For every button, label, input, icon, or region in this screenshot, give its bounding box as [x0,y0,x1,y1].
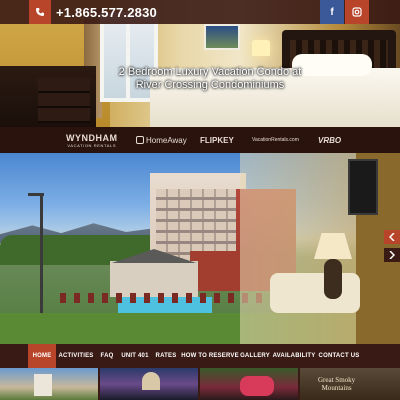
nav-faq[interactable]: FAQ [96,344,118,368]
nav-rates[interactable]: RATES [152,344,180,368]
chapel-building [34,374,52,396]
vacationrentals-logo-text: VacationRentals.com [252,137,299,143]
attraction-dome [142,372,160,390]
wyndham-logo-name: WYNDHAM [66,132,118,143]
nav-home[interactable]: HOME [28,344,56,368]
smoky-mountains-line1: Great Smoky [318,376,356,384]
partner-logos-bar: WYNDHAM VACATION RENTALS HomeAway FLIPKE… [0,127,400,153]
vrbo-logo-text: VRBO [318,135,342,145]
slider-prev-button[interactable] [384,230,400,244]
homeaway-logo[interactable]: HomeAway [136,127,187,153]
hero-dresser [0,66,96,127]
nav-how-to-reserve[interactable]: HOW TO RESERVE [181,344,238,368]
homeaway-logo-text: HomeAway [146,135,187,145]
hero-title-line1: 2 Bedroom Luxury Vacation Condo at [118,66,302,78]
nav-activities[interactable]: ACTIVITIES [58,344,94,368]
nav-gallery[interactable]: GALLERY [240,344,270,368]
thumbnail-chapel[interactable] [0,368,98,400]
scene-pool-house [110,261,198,297]
instagram-button[interactable] [345,0,369,24]
chevron-left-icon [389,233,395,241]
hero-lamp [252,40,270,56]
flipkey-logo[interactable]: FLIPKEY [200,127,234,153]
chevron-right-icon [389,251,395,259]
wyndham-logo[interactable]: WYNDHAM VACATION RENTALS [66,127,118,153]
hero-title-line2: River Crossing Condominiums [135,79,285,91]
instagram-icon [352,7,362,17]
feature-thumbnails: Great Smoky Mountains [0,368,400,400]
vrbo-logo[interactable]: VRBO [318,127,341,153]
phone-icon [36,8,44,16]
interior-frame [348,159,378,215]
flipkey-logo-text: FLIPKEY [200,135,234,145]
dollywood-sign [240,376,274,396]
slider-image [0,153,400,344]
smoky-mountains-line2: Mountains [321,384,352,392]
nav-availability[interactable]: AVAILABILITY [272,344,316,368]
thumbnail-smoky-mountains[interactable]: Great Smoky Mountains [300,368,400,400]
thumbnail-attraction[interactable] [100,368,198,400]
homeaway-icon [136,136,144,144]
interior-lamp-base [324,259,342,299]
scene-interior-overlay [240,153,400,344]
phone-button[interactable] [29,0,51,24]
main-nav: HOME ACTIVITIES FAQ UNIT 401 RATES HOW T… [0,344,400,368]
wyndham-logo-sub: VACATION RENTALS [67,142,117,148]
smoky-mountains-sign: Great Smoky Mountains [318,376,355,392]
facebook-button[interactable]: f [320,0,344,24]
thumbnail-dollywood[interactable] [200,368,298,400]
facebook-icon: f [330,6,334,18]
top-bar: +1.865.577.2830 f [0,0,400,24]
interior-sofa [270,273,360,313]
vacationrentals-logo[interactable]: VacationRentals.com [252,127,299,153]
interior-lamp-shade [314,233,352,259]
phone-number[interactable]: +1.865.577.2830 [56,5,157,20]
slider-next-button[interactable] [384,248,400,262]
hero-wall-picture [204,24,240,50]
nav-unit-401[interactable]: UNIT 401 [120,344,150,368]
nav-contact-us[interactable]: CONTACT US [318,344,360,368]
scene-lamppost [28,193,44,325]
hero-title: 2 Bedroom Luxury Vacation Condo at River… [100,66,320,92]
